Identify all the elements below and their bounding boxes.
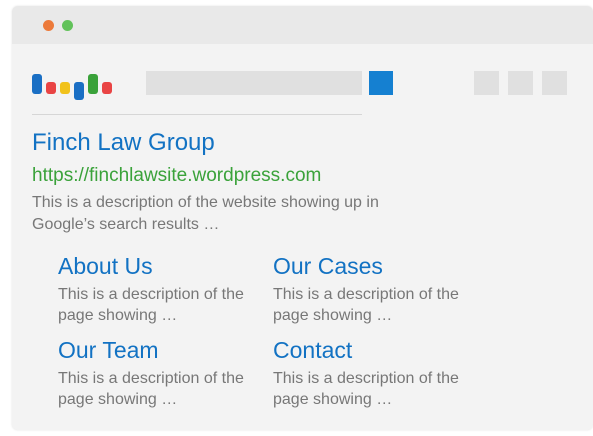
maximize-button[interactable] bbox=[62, 20, 73, 31]
sitelink-title[interactable]: Our Cases bbox=[273, 252, 473, 280]
divider bbox=[32, 114, 362, 115]
sitelink-title[interactable]: Our Team bbox=[58, 336, 258, 364]
result-title-link[interactable]: Finch Law Group bbox=[32, 128, 215, 158]
sitelink-title[interactable]: About Us bbox=[58, 252, 258, 280]
sitelink-our-team: Our Team This is a description of the pa… bbox=[58, 336, 258, 410]
sitelink-description: This is a description of the page showin… bbox=[273, 286, 459, 324]
sitelink-title[interactable]: Contact bbox=[273, 336, 473, 364]
search-button[interactable] bbox=[369, 71, 393, 95]
sitelink-description: This is a description of the page showin… bbox=[58, 286, 244, 324]
sitelink-description: This is a description of the page showin… bbox=[273, 370, 459, 408]
search-input[interactable] bbox=[146, 71, 362, 95]
search-engine-logo-icon[interactable] bbox=[32, 68, 124, 100]
sitelink-about-us: About Us This is a description of the pa… bbox=[58, 252, 258, 326]
result-url[interactable]: https://finchlawsite.wordpress.com bbox=[32, 164, 321, 188]
close-button[interactable] bbox=[43, 20, 54, 31]
toolbar-square-icon[interactable] bbox=[508, 71, 533, 95]
toolbar-square-icon[interactable] bbox=[474, 71, 499, 95]
result-description: This is a description of the website sho… bbox=[32, 194, 379, 233]
sitelink-our-cases: Our Cases This is a description of the p… bbox=[273, 252, 473, 326]
sitelink-contact: Contact This is a description of the pag… bbox=[273, 336, 473, 410]
title-bar bbox=[12, 6, 593, 44]
sitelink-description: This is a description of the page showin… bbox=[58, 370, 244, 408]
browser-window: Finch Law Group https://finchlawsite.wor… bbox=[12, 6, 593, 430]
toolbar-square-icon[interactable] bbox=[542, 71, 567, 95]
